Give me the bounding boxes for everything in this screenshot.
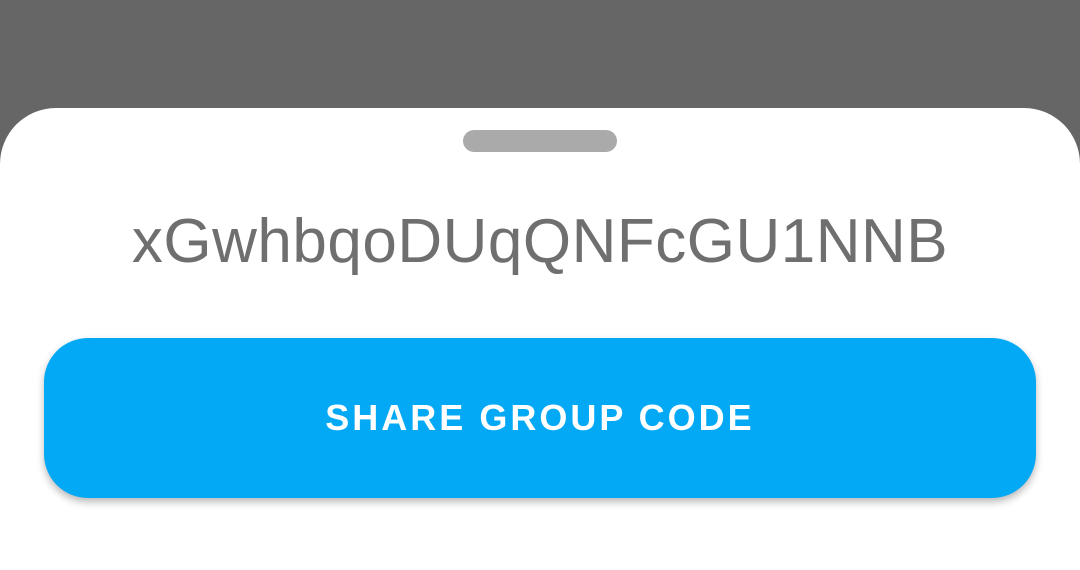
- bottom-sheet: xGwhbqoDUqQNFcGU1NNB SHARE GROUP CODE: [0, 108, 1080, 570]
- drag-handle[interactable]: [463, 130, 617, 152]
- share-group-code-button[interactable]: SHARE GROUP CODE: [44, 338, 1036, 498]
- group-code-text: xGwhbqoDUqQNFcGU1NNB: [131, 207, 949, 276]
- background-scrim[interactable]: [0, 0, 1080, 108]
